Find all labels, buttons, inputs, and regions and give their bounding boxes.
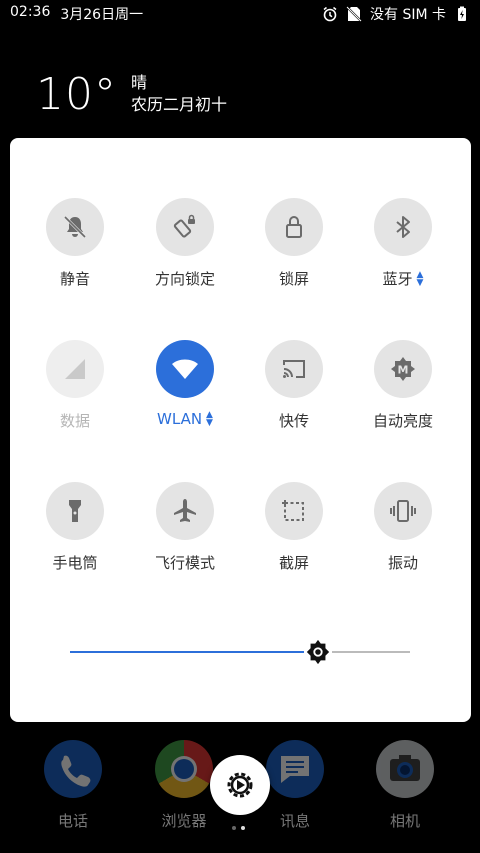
page-dot-active bbox=[241, 826, 245, 830]
auto-brightness-icon: M bbox=[374, 340, 432, 398]
tile-airplane-mode[interactable]: 飞行模式 bbox=[135, 482, 235, 573]
app-camera[interactable]: 相机 bbox=[365, 740, 445, 831]
settings-gear-icon bbox=[227, 772, 253, 798]
temperature: 10° bbox=[36, 68, 117, 120]
app-label-camera: 相机 bbox=[389, 812, 420, 830]
status-time: 02:36 bbox=[10, 4, 51, 20]
rotation-lock-icon bbox=[156, 198, 214, 256]
status-bar: 02:36 3月26日周一 没有 SIM 卡 bbox=[0, 0, 480, 28]
tile-label: 截屏 bbox=[278, 554, 309, 572]
app-phone[interactable]: 电话 bbox=[33, 740, 113, 831]
app-label-browser: 浏览器 bbox=[161, 812, 207, 830]
brightness-slider[interactable] bbox=[70, 638, 410, 666]
page-dot bbox=[232, 826, 236, 830]
tile-lock-screen[interactable]: 锁屏 bbox=[244, 198, 344, 289]
tile-label: 飞行模式 bbox=[154, 554, 215, 572]
message-icon bbox=[266, 740, 324, 798]
tile-label: 锁屏 bbox=[278, 270, 309, 288]
phone-icon bbox=[44, 740, 102, 798]
app-label-phone: 电话 bbox=[57, 812, 88, 830]
tile-auto-brightness[interactable]: M 自动亮度 bbox=[353, 340, 453, 431]
status-date: 3月26日周一 bbox=[60, 7, 144, 23]
wifi-icon bbox=[156, 340, 214, 398]
weather-widget[interactable]: 10° 晴 农历二月初十 bbox=[36, 64, 227, 124]
bluetooth-icon bbox=[374, 198, 432, 256]
tile-label: 蓝牙 ▲ ▼ bbox=[382, 269, 424, 288]
status-right: 没有 SIM 卡 bbox=[322, 4, 470, 24]
browser-icon bbox=[155, 740, 213, 798]
no-sim-icon bbox=[346, 6, 362, 22]
brightness-icon[interactable] bbox=[304, 638, 333, 666]
airplane-icon bbox=[156, 482, 214, 540]
tile-vibrate[interactable]: 振动 bbox=[353, 482, 453, 573]
no-sim-text: 没有 SIM 卡 bbox=[370, 7, 446, 23]
tile-label: WLAN ▲ ▼ bbox=[157, 410, 213, 428]
lunar-date: 农历二月初十 bbox=[131, 95, 228, 114]
page-indicator bbox=[232, 826, 245, 830]
tile-label: 振动 bbox=[387, 554, 418, 572]
tile-label: 数据 bbox=[59, 412, 90, 430]
expand-caret-icon[interactable]: ▲ ▼ bbox=[206, 411, 213, 428]
app-label-messages: 讯息 bbox=[279, 812, 310, 830]
tile-label: 自动亮度 bbox=[372, 412, 433, 430]
tile-screenshot[interactable]: 截屏 bbox=[244, 482, 344, 573]
vibrate-icon bbox=[374, 482, 432, 540]
cast-icon bbox=[265, 340, 323, 398]
status-left: 02:36 3月26日周一 bbox=[10, 4, 143, 24]
alarm-icon bbox=[323, 6, 337, 22]
tile-label: 方向锁定 bbox=[154, 270, 215, 288]
tile-wlan[interactable]: WLAN ▲ ▼ bbox=[135, 340, 235, 428]
battery-charging-icon bbox=[458, 6, 466, 21]
camera-icon bbox=[376, 740, 434, 798]
bell-off-icon bbox=[46, 198, 104, 256]
weather-condition: 晴 bbox=[131, 73, 148, 92]
settings-button[interactable] bbox=[210, 755, 270, 815]
tile-flashlight[interactable]: 手电筒 bbox=[25, 482, 125, 573]
lock-icon bbox=[265, 198, 323, 256]
screenshot-icon bbox=[265, 482, 323, 540]
tile-label: 快传 bbox=[278, 412, 309, 430]
tile-label: 手电筒 bbox=[52, 554, 98, 572]
slider-fill bbox=[70, 651, 319, 653]
svg-text:M: M bbox=[398, 364, 409, 377]
tile-quick-share[interactable]: 快传 bbox=[244, 340, 344, 431]
tile-mobile-data[interactable]: 数据 bbox=[25, 340, 125, 431]
expand-caret-icon[interactable]: ▲ ▼ bbox=[417, 270, 424, 287]
flashlight-icon bbox=[46, 482, 104, 540]
tile-mute[interactable]: 静音 bbox=[25, 198, 125, 289]
quick-settings-panel: 静音 方向锁定 锁屏 蓝牙 ▲ ▼ 数据 WLAN ▲ ▼ 快传 M 自动亮度 … bbox=[10, 138, 471, 722]
tile-rotation-lock[interactable]: 方向锁定 bbox=[135, 198, 235, 289]
tile-bluetooth[interactable]: 蓝牙 ▲ ▼ bbox=[353, 198, 453, 289]
signal-icon bbox=[46, 340, 104, 398]
tile-label: 静音 bbox=[59, 270, 90, 288]
